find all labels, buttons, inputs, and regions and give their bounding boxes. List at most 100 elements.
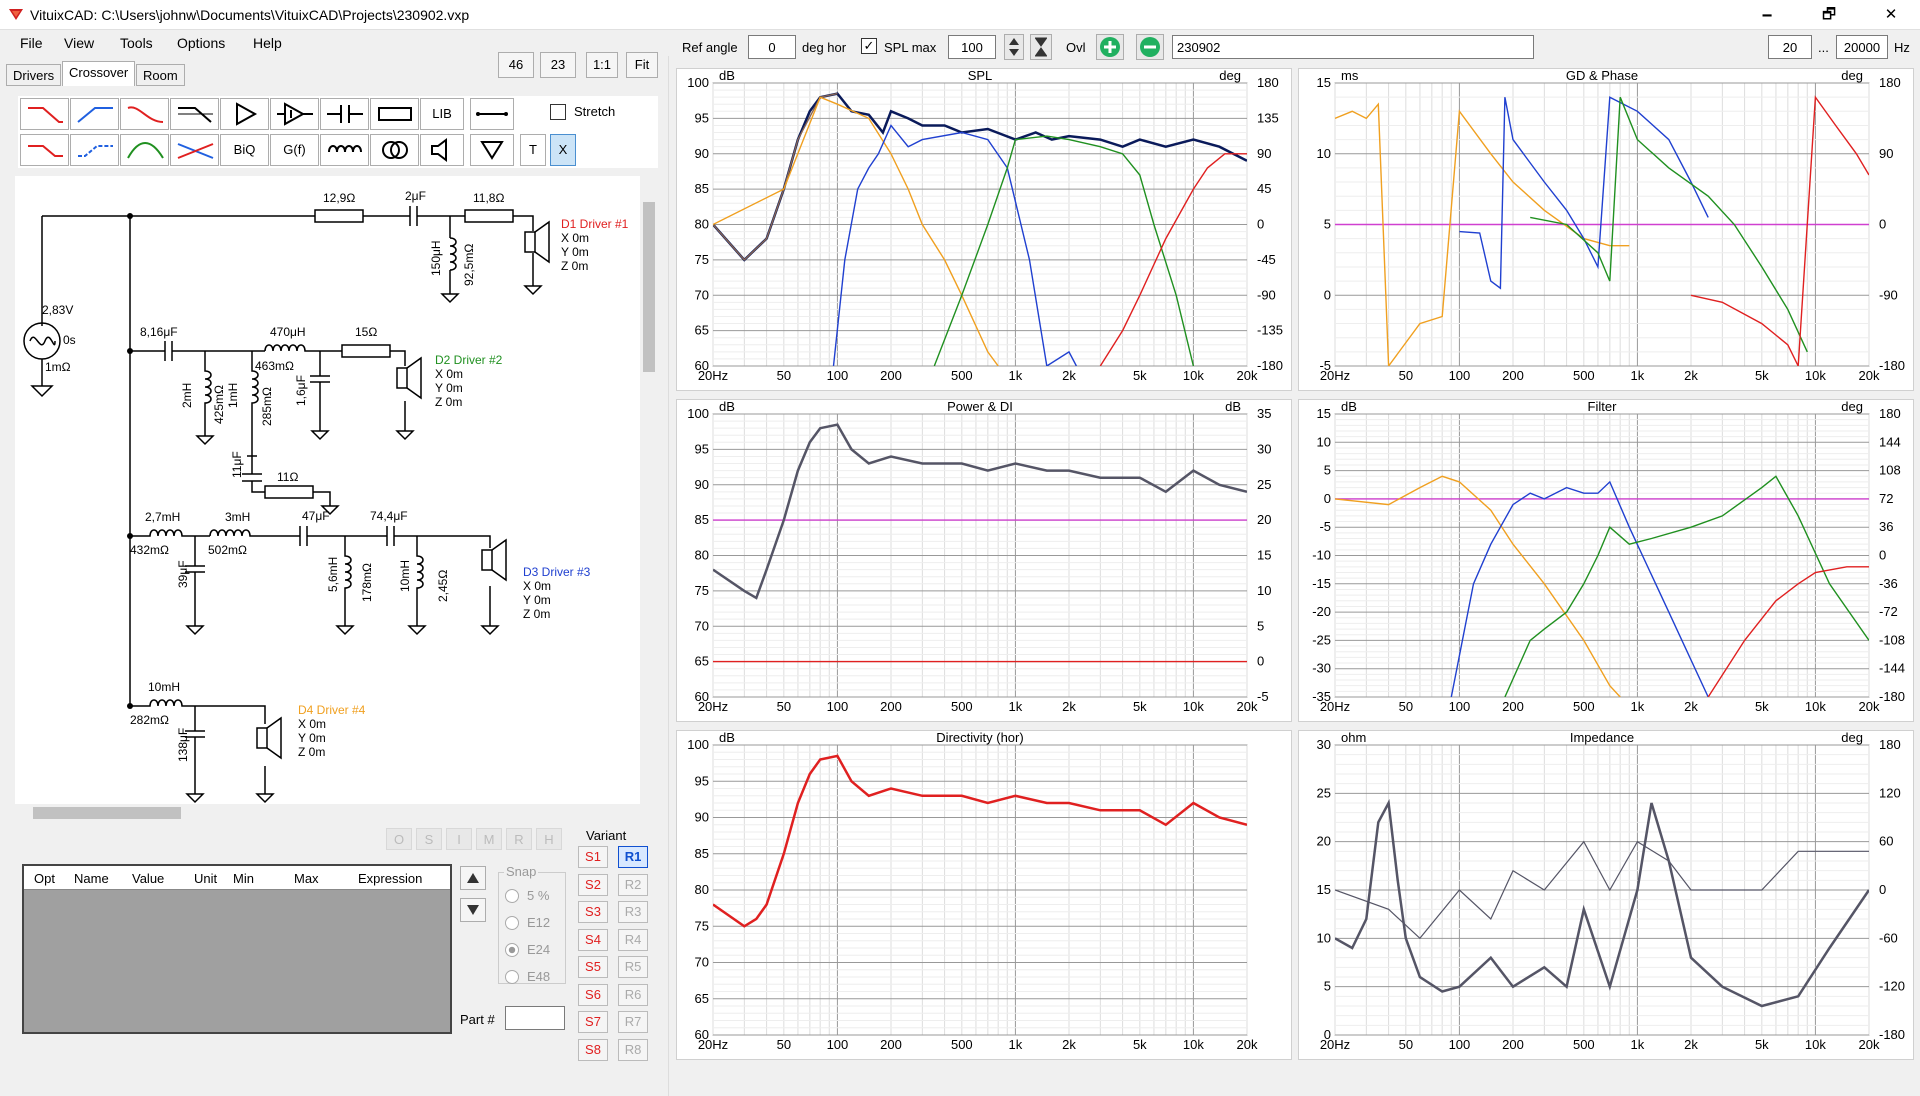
- snap-e48-radio[interactable]: [505, 970, 519, 984]
- variant-s7-button[interactable]: S7: [578, 1011, 608, 1033]
- tab-crossover[interactable]: Crossover: [62, 61, 136, 86]
- m-button[interactable]: M: [476, 828, 502, 850]
- schematic-canvas[interactable]: 2,83V 0s 1mΩ 12,9Ω 2μF 11,8Ω 150μH 92,5m…: [15, 176, 640, 806]
- crossover-button[interactable]: [170, 134, 219, 166]
- col-opt[interactable]: Opt: [34, 871, 55, 886]
- transformer-button[interactable]: [370, 134, 419, 166]
- driver1-name[interactable]: D1 Driver #1: [561, 217, 629, 231]
- col-unit[interactable]: Unit: [194, 871, 217, 886]
- amplifier-button[interactable]: [270, 98, 319, 130]
- driver4-name[interactable]: D4 Driver #4: [298, 703, 366, 717]
- parameter-table[interactable]: Opt Name Value Unit Min Max Expression: [22, 864, 452, 1034]
- variant-s2-button[interactable]: S2: [578, 873, 608, 896]
- chart-power-di[interactable]: 100 95 90 85 80 75 70 65 60 35 30 25 20 15 10 5 0 -5 20Hz 5…: [676, 399, 1292, 722]
- r-button[interactable]: R: [506, 828, 532, 850]
- driver2-name[interactable]: D2 Driver #2: [435, 353, 503, 367]
- col-value[interactable]: Value: [132, 871, 164, 886]
- zoom-23-button[interactable]: 23: [540, 52, 576, 78]
- minimize-button[interactable]: 🗕: [1744, 0, 1790, 30]
- freq-max-input[interactable]: [1836, 35, 1888, 59]
- vertical-scroll-thumb[interactable]: [643, 202, 655, 372]
- tab-room[interactable]: Room: [136, 64, 185, 86]
- menu-options[interactable]: Options: [177, 35, 225, 51]
- move-up-button[interactable]: [460, 866, 486, 890]
- chart-directivity[interactable]: 100 95 90 85 80 75 70 65 60 20Hz 50 100 200 500 1k 2k 5k…: [676, 730, 1292, 1060]
- overlay-name-input[interactable]: [1172, 35, 1534, 59]
- spl-max-spinner[interactable]: [1004, 34, 1024, 60]
- col-min[interactable]: Min: [233, 871, 254, 886]
- zoom-1-1-button[interactable]: 1:1: [586, 52, 618, 78]
- lowpass-1-button[interactable]: [20, 98, 69, 130]
- stretch-checkbox[interactable]: [550, 104, 566, 120]
- snap-e12-radio[interactable]: [505, 916, 519, 930]
- variant-r4-button[interactable]: R4: [618, 928, 648, 951]
- variant-r6-button[interactable]: R6: [618, 983, 648, 1006]
- variant-r3-button[interactable]: R3: [618, 901, 648, 923]
- variant-r8-button[interactable]: R8: [618, 1038, 648, 1061]
- freq-min-input[interactable]: [1768, 35, 1812, 59]
- splitter[interactable]: [668, 56, 669, 1096]
- chart-spl[interactable]: 100 95 90 85 80 75 70 65 60 180 135 90 45 0 -45 -90 -135…: [676, 68, 1292, 391]
- variant-s3-button[interactable]: S3: [578, 901, 608, 923]
- snap-5pct-radio[interactable]: [505, 889, 519, 903]
- opt-button[interactable]: O: [386, 828, 412, 850]
- inductor-button[interactable]: [320, 134, 369, 166]
- horizontal-scrollbar[interactable]: [15, 804, 640, 822]
- variant-s6-button[interactable]: S6: [578, 983, 608, 1006]
- horizontal-scroll-thumb[interactable]: [33, 807, 181, 819]
- zoom-fit-button[interactable]: Fit: [626, 52, 658, 78]
- variant-r7-button[interactable]: R7: [618, 1011, 648, 1033]
- lowpass-2-button[interactable]: [120, 98, 169, 130]
- transfer-function-button[interactable]: G(f): [270, 134, 319, 166]
- variant-s4-button[interactable]: S4: [578, 928, 608, 951]
- tab-drivers[interactable]: Drivers: [6, 64, 62, 86]
- h-button[interactable]: H: [536, 828, 562, 850]
- chart-gd-phase[interactable]: 15 10 5 0 -5 180 90 0 -90 -180 20Hz 50 100 200 500 1k 2k…: [1298, 68, 1914, 391]
- col-name[interactable]: Name: [74, 871, 109, 886]
- auto-scale-button[interactable]: [1030, 34, 1052, 60]
- col-expression[interactable]: Expression: [358, 871, 422, 886]
- menu-view[interactable]: View: [64, 35, 94, 51]
- biquad-button[interactable]: BiQ: [220, 134, 269, 166]
- variant-s1-button[interactable]: S1: [578, 846, 608, 868]
- variant-s8-button[interactable]: S8: [578, 1038, 608, 1061]
- chart-filter[interactable]: 15 10 5 0 -5 -10 -15 -20 -25 -30 -35 180 144 108 72 36 0…: [1298, 399, 1914, 722]
- text-button[interactable]: T: [520, 134, 546, 166]
- menu-help[interactable]: Help: [253, 35, 282, 51]
- vertical-scrollbar[interactable]: [640, 176, 658, 806]
- snap-e24-radio[interactable]: [505, 943, 519, 957]
- speaker-button[interactable]: [420, 134, 464, 166]
- col-max[interactable]: Max: [294, 871, 319, 886]
- ground-button[interactable]: [470, 134, 514, 166]
- spl-max-input[interactable]: [948, 35, 996, 59]
- chart-impedance[interactable]: 30 25 20 15 10 5 0 180 120 60 0 -60 -120 -180 20Hz 50 10…: [1298, 730, 1914, 1060]
- variant-s5-button[interactable]: S5: [578, 956, 608, 978]
- move-down-button[interactable]: [460, 898, 486, 922]
- maximize-button[interactable]: 🗗: [1806, 0, 1852, 30]
- bandpass-button[interactable]: [120, 134, 169, 166]
- highpass-1-button[interactable]: [70, 98, 119, 130]
- variant-r2-button[interactable]: R2: [618, 873, 648, 896]
- capacitor-button[interactable]: [320, 98, 369, 130]
- delete-button[interactable]: X: [550, 134, 576, 166]
- highpass-2-button[interactable]: [70, 134, 119, 166]
- library-button[interactable]: LIB: [420, 98, 464, 130]
- i-button[interactable]: I: [446, 828, 472, 850]
- wire-button[interactable]: [470, 98, 514, 130]
- menu-tools[interactable]: Tools: [120, 35, 153, 51]
- spl-max-checkbox[interactable]: ✓: [861, 38, 877, 54]
- menu-file[interactable]: File: [20, 35, 43, 51]
- s-button[interactable]: S: [416, 828, 442, 850]
- resistor-button[interactable]: [370, 98, 419, 130]
- part-number-input[interactable]: [505, 1006, 565, 1030]
- buffer-button[interactable]: [220, 98, 269, 130]
- close-button[interactable]: ✕: [1868, 0, 1914, 30]
- overlay-remove-button[interactable]: [1136, 34, 1164, 60]
- allpass-button[interactable]: [170, 98, 219, 130]
- driver3-name[interactable]: D3 Driver #3: [523, 565, 591, 579]
- overlay-add-button[interactable]: [1096, 34, 1124, 60]
- variant-r1-button[interactable]: R1: [618, 846, 648, 868]
- variant-r5-button[interactable]: R5: [618, 956, 648, 978]
- ref-angle-input[interactable]: [748, 35, 796, 59]
- zoom-46-button[interactable]: 46: [498, 52, 534, 78]
